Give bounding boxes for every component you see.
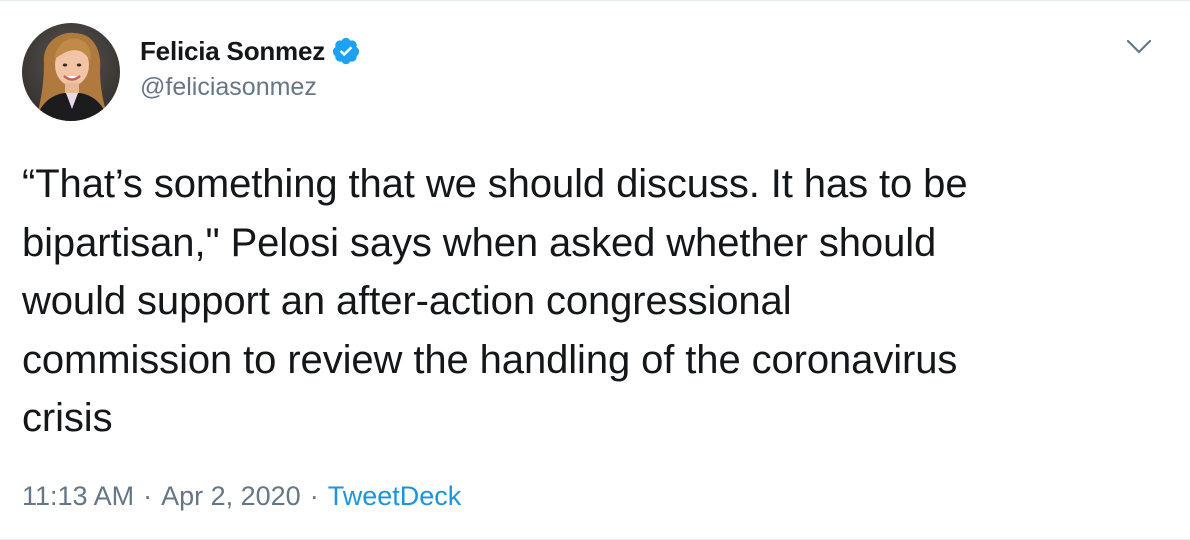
author-name-row: Felicia Sonmez	[140, 33, 361, 69]
author-info: Felicia Sonmez @feliciasonmez	[140, 33, 361, 102]
meta-separator: ·	[143, 481, 153, 511]
tweet-date[interactable]: Apr 2, 2020	[161, 481, 301, 512]
avatar-image	[22, 23, 120, 121]
user-handle[interactable]: @feliciasonmez	[140, 73, 361, 102]
display-name[interactable]: Felicia Sonmez	[140, 36, 325, 67]
tweet-card: Felicia Sonmez @feliciasonmez “That’s so…	[0, 0, 1190, 540]
avatar[interactable]	[22, 23, 120, 121]
verified-badge-icon	[331, 36, 361, 66]
chevron-down-icon[interactable]	[1124, 35, 1154, 59]
tweet-metadata: 11:13 AM · Apr 2, 2020 · TweetDeck	[22, 481, 461, 512]
tweet-time[interactable]: 11:13 AM	[22, 481, 134, 512]
tweet-source-link[interactable]: TweetDeck	[328, 481, 462, 512]
tweet-text: “That’s something that we should discuss…	[22, 162, 968, 440]
meta-separator: ·	[309, 481, 319, 511]
